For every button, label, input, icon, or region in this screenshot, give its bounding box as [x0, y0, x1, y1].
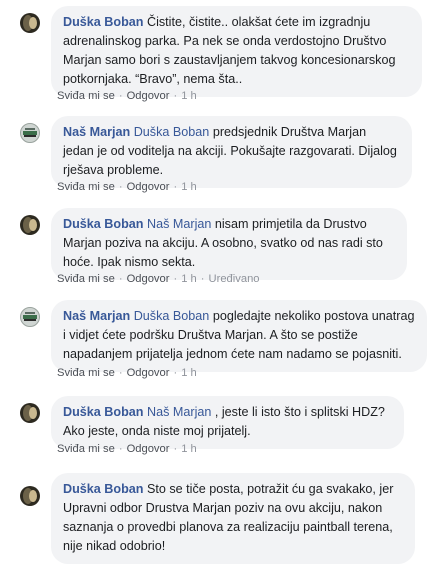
comment-bubble: Duška Boban Naš Marjan , jeste li isto š…	[51, 396, 404, 449]
edited-label[interactable]: Uređivano	[209, 273, 260, 285]
comment-author[interactable]: Duška Boban	[63, 482, 143, 496]
avatar[interactable]	[20, 215, 40, 235]
comment-author[interactable]: Duška Boban	[63, 217, 143, 231]
mention-tag[interactable]: Naš Marjan	[147, 405, 211, 419]
comment-actions: Sviđa mi se · Odgovor · 1 h	[57, 443, 197, 455]
comment-time[interactable]: 1 h	[181, 90, 197, 102]
reply-link[interactable]: Odgovor	[127, 273, 170, 285]
comment-author[interactable]: Naš Marjan	[63, 309, 130, 323]
comment-bubble: Naš Marjan Duška Boban pogledajte nekoli…	[51, 300, 427, 372]
comment-bubble: Duška Boban Sto se tiče posta, potražit …	[51, 473, 415, 564]
mention-tag[interactable]: Naš Marjan	[147, 217, 211, 231]
comment-actions: Sviđa mi se · Odgovor · 1 h	[57, 90, 197, 102]
avatar[interactable]	[20, 13, 40, 33]
reply-link[interactable]: Odgovor	[127, 90, 170, 102]
comment-actions: Sviđa mi se · Odgovor · 1 h	[57, 181, 197, 193]
comment-author[interactable]: Duška Boban	[63, 15, 143, 29]
comment-time[interactable]: 1 h	[181, 443, 197, 455]
comment-bubble: Naš Marjan Duška Boban predsjednik Društ…	[51, 116, 412, 188]
comment-bubble: Duška Boban Naš Marjan nisam primjetila …	[51, 208, 407, 280]
comment-actions: Sviđa mi se · Odgovor · 1 h	[57, 367, 197, 379]
like-link[interactable]: Sviđa mi se	[57, 443, 115, 455]
avatar[interactable]	[20, 486, 40, 506]
reply-link[interactable]: Odgovor	[127, 443, 170, 455]
comment-time[interactable]: 1 h	[181, 273, 197, 285]
comment-author[interactable]: Duška Boban	[63, 405, 143, 419]
like-link[interactable]: Sviđa mi se	[57, 273, 115, 285]
reply-link[interactable]: Odgovor	[127, 367, 170, 379]
comment-actions: Sviđa mi se · Odgovor · 1 h · Uređivano	[57, 273, 260, 285]
comment-bubble: Duška Boban Čistite, čistite.. olakšat ć…	[51, 6, 422, 97]
mention-tag[interactable]: Duška Boban	[134, 125, 210, 139]
reply-link[interactable]: Odgovor	[127, 181, 170, 193]
avatar[interactable]	[20, 307, 40, 327]
mention-tag[interactable]: Duška Boban	[134, 309, 210, 323]
like-link[interactable]: Sviđa mi se	[57, 181, 115, 193]
avatar[interactable]	[20, 403, 40, 423]
avatar[interactable]	[20, 123, 40, 143]
like-link[interactable]: Sviđa mi se	[57, 367, 115, 379]
comment-time[interactable]: 1 h	[181, 367, 197, 379]
like-link[interactable]: Sviđa mi se	[57, 90, 115, 102]
comment-time[interactable]: 1 h	[181, 181, 197, 193]
comment-author[interactable]: Naš Marjan	[63, 125, 130, 139]
